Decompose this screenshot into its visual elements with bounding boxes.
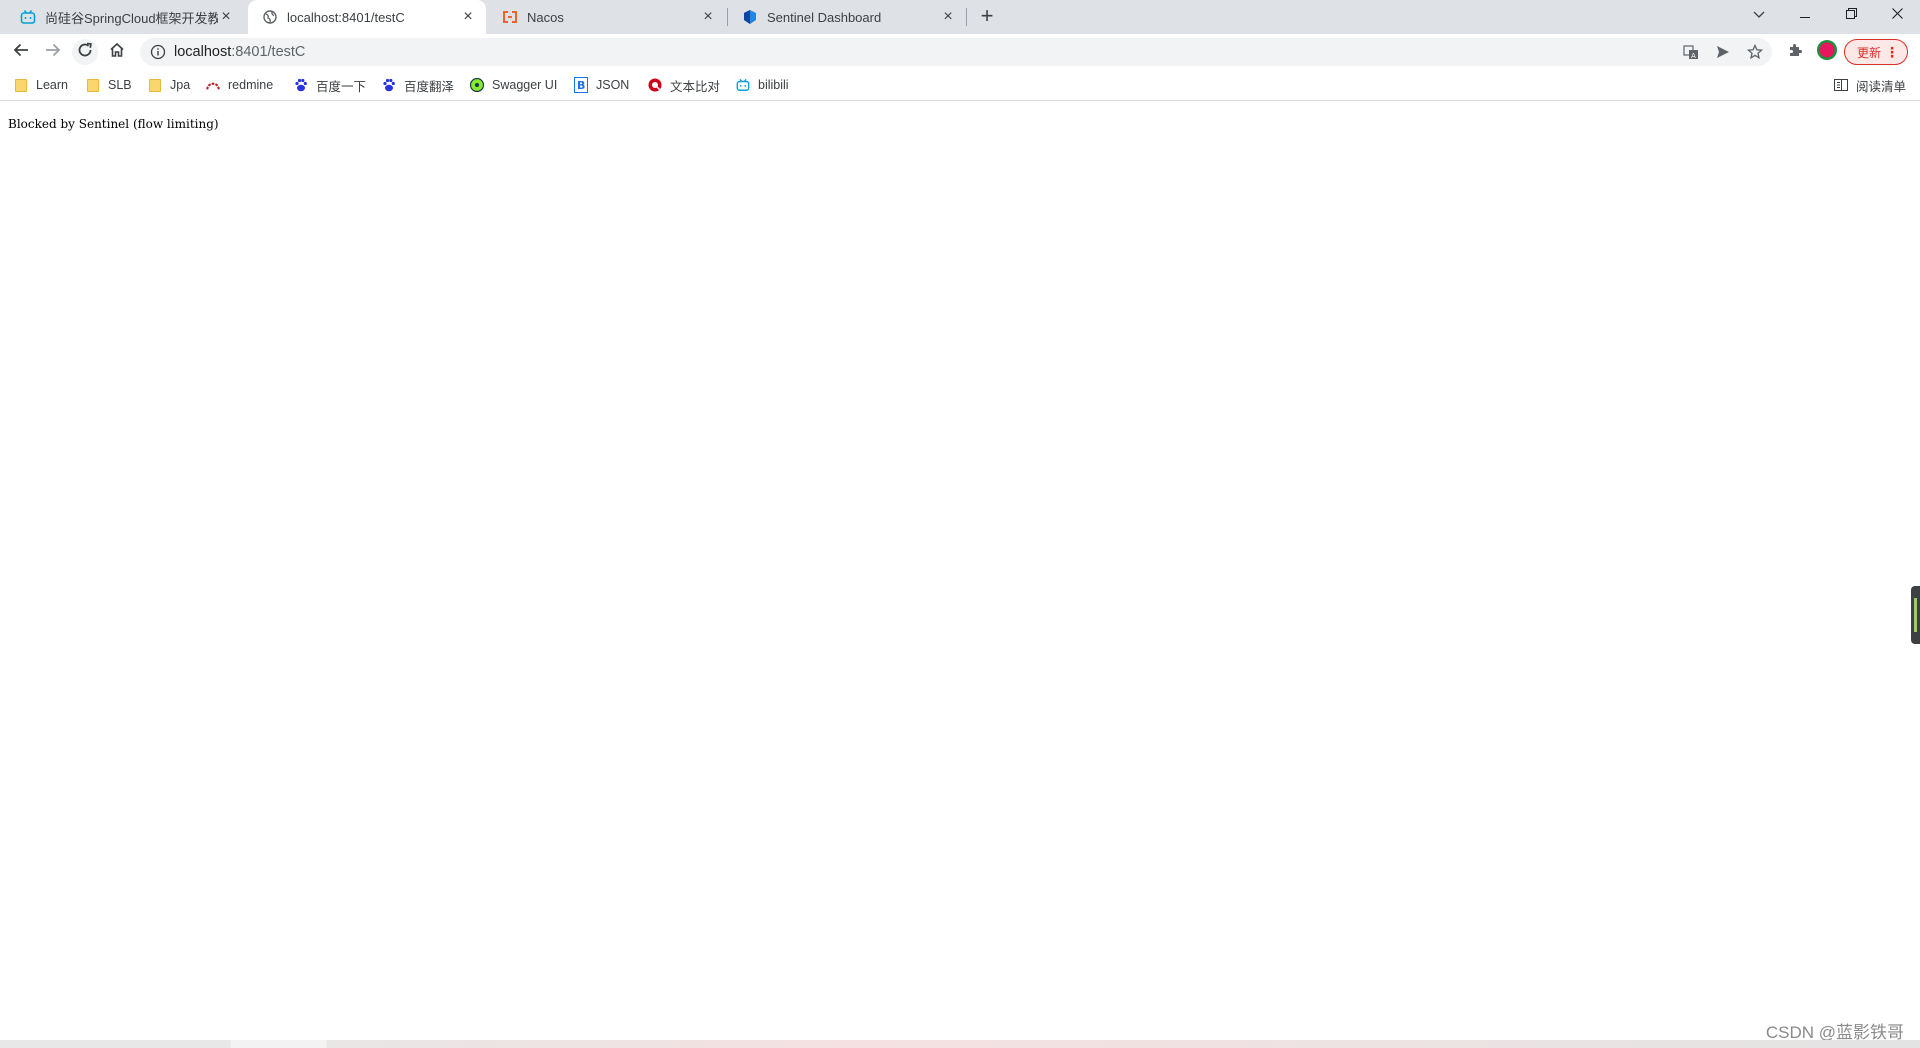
minimize-icon: [1800, 6, 1810, 24]
baidu-icon: [382, 78, 396, 92]
json-icon: B: [574, 77, 588, 93]
arrow-left-icon: [13, 42, 29, 63]
reading-list-icon: [1834, 78, 1848, 92]
bookmark-label: JSON: [596, 78, 630, 92]
swagger-icon: [470, 78, 484, 92]
close-window-button[interactable]: [1874, 0, 1920, 30]
bookmark-learn[interactable]: Learn: [14, 70, 68, 100]
tab-separator: [966, 8, 967, 26]
more-menu-icon: ⋮: [1885, 44, 1899, 60]
info-icon[interactable]: [150, 44, 166, 60]
tab-title: localhost:8401/testC: [287, 9, 405, 25]
reading-list-button[interactable]: 阅读清单: [1834, 70, 1906, 100]
bookmark-label: Swagger UI: [492, 78, 558, 92]
minimize-button[interactable]: [1782, 0, 1828, 30]
tab-title: Sentinel Dashboard: [767, 9, 882, 25]
tab-nacos[interactable]: Nacos ×: [488, 0, 726, 34]
bookmark-label: Learn: [36, 78, 68, 92]
home-icon: [109, 42, 125, 63]
bookmark-redmine[interactable]: redmine: [206, 70, 273, 100]
redmine-icon: [206, 78, 220, 92]
profile-button[interactable]: [1814, 39, 1840, 65]
chevron-down-icon: [1753, 6, 1765, 24]
bookmark-label: redmine: [228, 78, 274, 92]
bookmark-label: Jpa: [170, 78, 191, 92]
close-icon[interactable]: ×: [940, 9, 956, 25]
translate-icon[interactable]: A: [1682, 43, 1700, 61]
tab-title: Nacos: [527, 9, 564, 25]
folder-icon: [14, 78, 28, 92]
tab-search-button[interactable]: [1736, 0, 1782, 30]
bookmark-label: 文本比对: [670, 79, 721, 94]
star-icon[interactable]: [1746, 43, 1764, 61]
reload-icon: [77, 42, 93, 63]
tab-springcloud[interactable]: 尚硅谷SpringCloud框架开发教程 ×: [6, 0, 244, 34]
avatar: [1816, 39, 1838, 66]
restore-button[interactable]: [1828, 0, 1874, 30]
update-label: 更新: [1857, 45, 1882, 60]
handle-indicator: [1914, 598, 1917, 632]
url-host: localhost: [174, 44, 232, 60]
url-path: :8401/testC: [231, 44, 306, 60]
bookmark-swagger-ui[interactable]: Swagger UI: [470, 70, 557, 100]
puzzle-icon: [1787, 42, 1803, 63]
tab-title: 尚硅谷SpringCloud框架开发教程: [45, 10, 218, 26]
taskbar-strip: [0, 1040, 1920, 1048]
bilibili-icon: [736, 78, 750, 92]
tab-localhost-testc[interactable]: localhost:8401/testC ×: [248, 0, 486, 34]
tab-sentinel-dashboard[interactable]: Sentinel Dashboard ×: [728, 0, 966, 34]
back-button[interactable]: [8, 39, 34, 65]
bookmark-label: 百度翻泽: [404, 79, 455, 94]
svg-text:A: A: [1691, 52, 1696, 60]
bookmark-label: 百度一下: [316, 79, 367, 94]
close-icon[interactable]: ×: [700, 9, 716, 25]
bookmark-jpa[interactable]: Jpa: [148, 70, 190, 100]
tab-strip: 尚硅谷SpringCloud框架开发教程 × localhost:8401/te…: [0, 0, 1920, 34]
nacos-icon: [502, 9, 518, 25]
diff-icon: [648, 78, 662, 92]
update-button[interactable]: 更新 ⋮: [1844, 39, 1908, 65]
url-text[interactable]: localhost:8401/testC: [174, 38, 305, 66]
close-icon[interactable]: ×: [218, 9, 234, 25]
bookmark-baidu[interactable]: 百度一下: [294, 70, 366, 100]
folder-icon: [86, 78, 100, 92]
bookmark-text-diff[interactable]: 文本比对: [648, 70, 720, 100]
bookmark-json[interactable]: B JSON: [574, 70, 629, 100]
bookmark-baidu-translate[interactable]: 百度翻泽: [382, 70, 454, 100]
reload-button[interactable]: [72, 39, 98, 65]
baidu-icon: [294, 78, 308, 92]
bookmark-label: bilibili: [758, 78, 789, 92]
bookmarks-bar: Learn SLB Jpa redmine 百度一下 百度翻泽 Swagger …: [0, 70, 1920, 101]
close-icon: [1891, 6, 1903, 24]
svg-text:B: B: [577, 79, 585, 92]
browser-toolbar: localhost:8401/testC A 更新 ⋮: [0, 34, 1920, 70]
new-tab-button[interactable]: +: [976, 5, 998, 28]
side-panel-handle[interactable]: [1911, 586, 1920, 644]
arrow-right-icon: [45, 42, 61, 63]
close-icon[interactable]: ×: [460, 9, 476, 25]
extensions-button[interactable]: [1782, 39, 1808, 65]
home-button[interactable]: [104, 39, 130, 65]
blocked-message: Blocked by Sentinel (flow limiting): [8, 117, 219, 131]
send-icon[interactable]: [1714, 43, 1732, 61]
reading-list-label: 阅读清单: [1856, 79, 1907, 94]
restore-icon: [1845, 6, 1857, 24]
bookmark-bilibili[interactable]: bilibili: [736, 70, 789, 100]
folder-icon: [148, 78, 162, 92]
globe-icon: [262, 9, 278, 25]
forward-button[interactable]: [40, 39, 66, 65]
bookmark-label: SLB: [108, 78, 132, 92]
bookmark-slb[interactable]: SLB: [86, 70, 132, 100]
address-bar[interactable]: localhost:8401/testC A: [140, 38, 1772, 66]
sentinel-icon: [742, 9, 758, 25]
bilibili-icon: [20, 9, 36, 25]
